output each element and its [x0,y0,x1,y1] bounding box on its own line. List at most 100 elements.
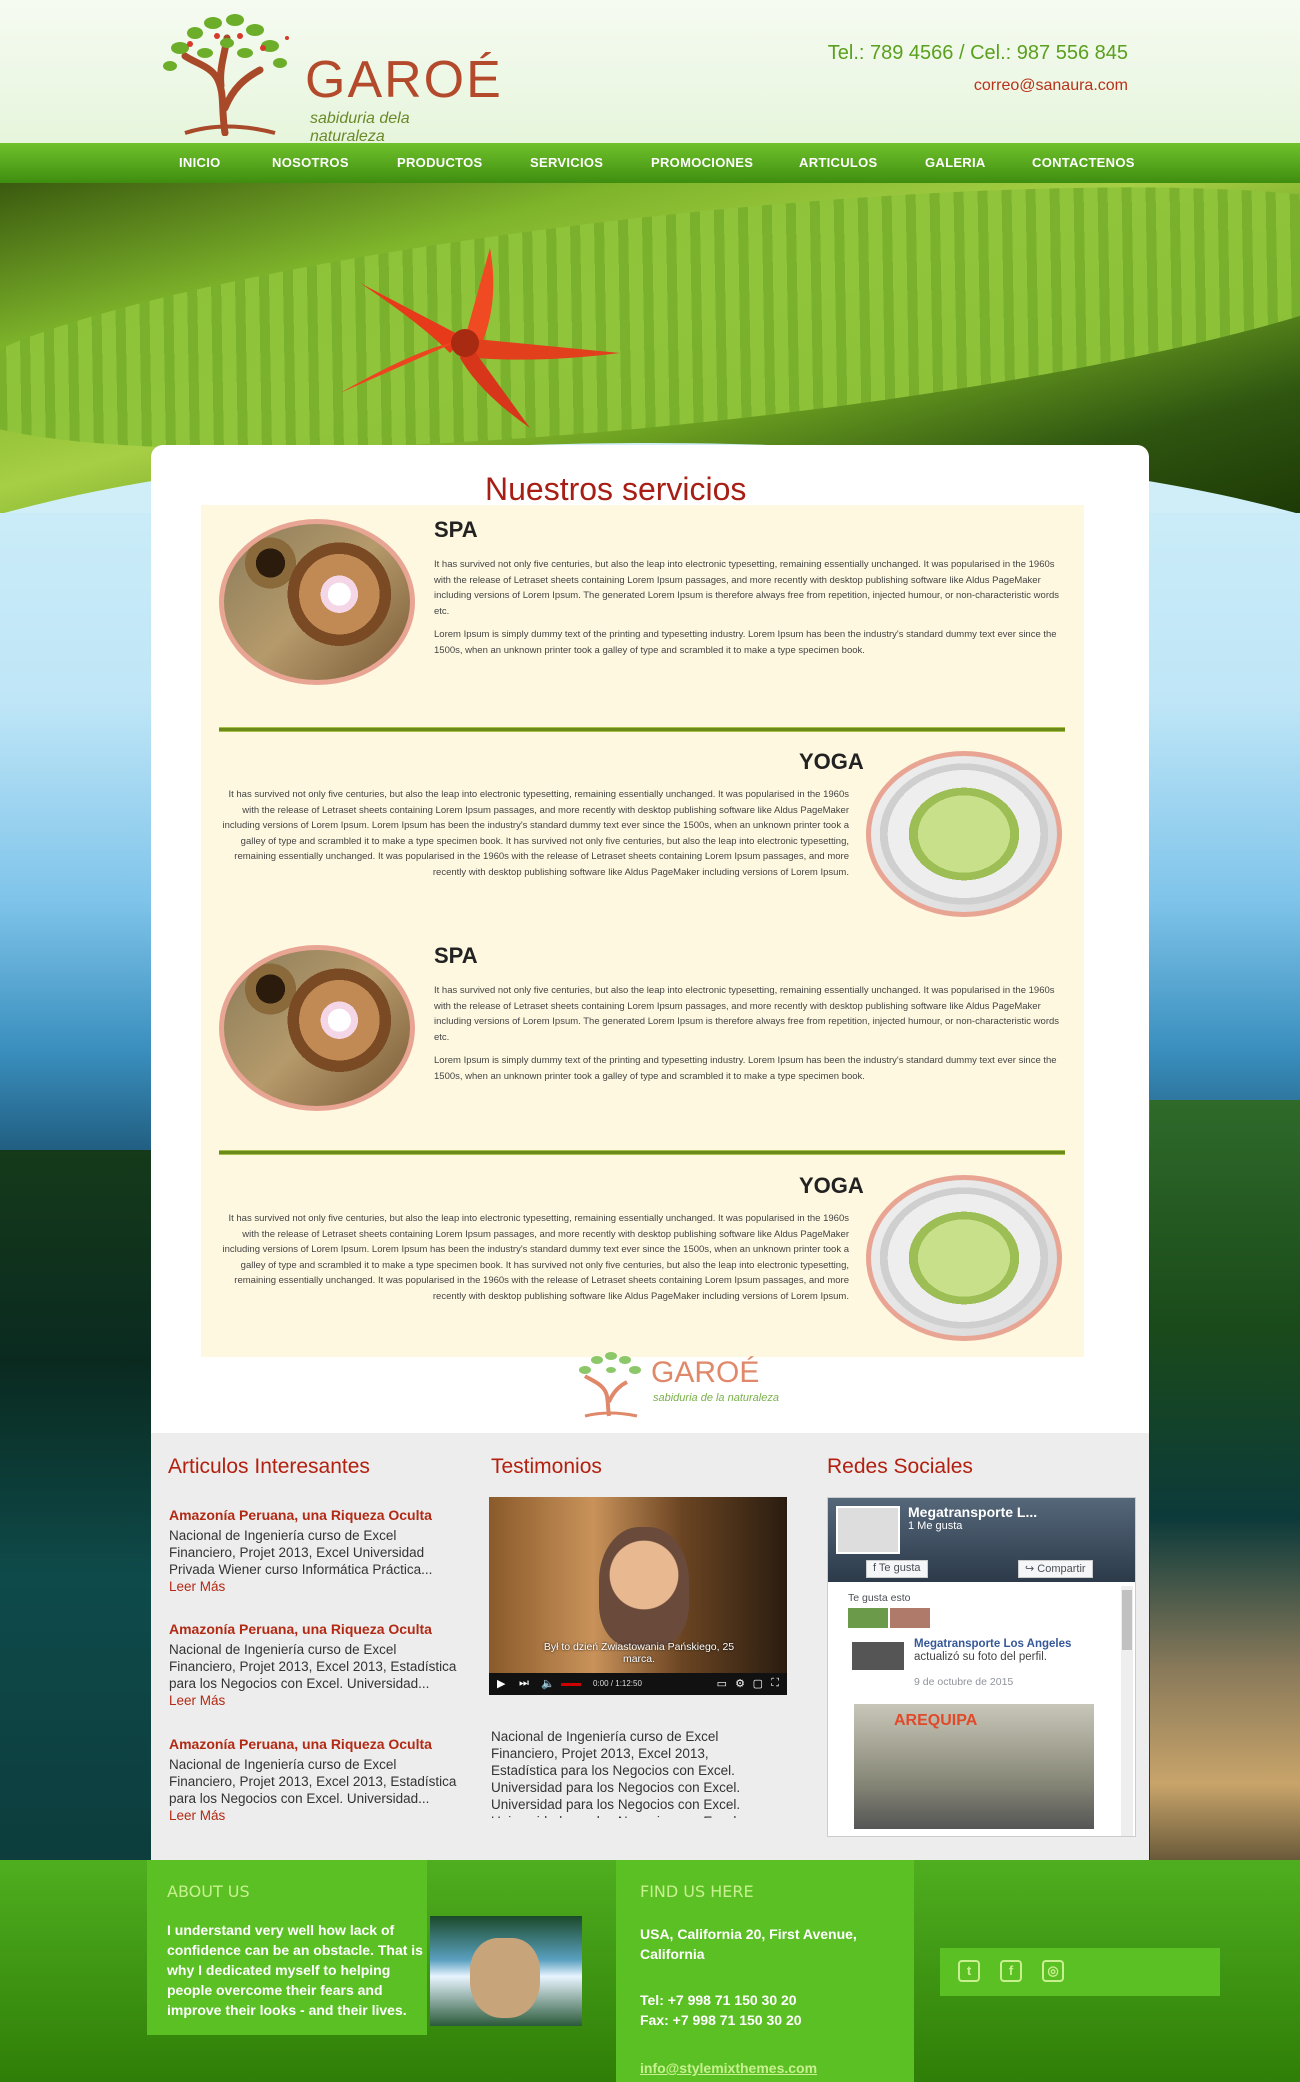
testimonials-heading: Testimonios [491,1455,602,1478]
fb-like-button[interactable]: f Te gusta [866,1560,928,1578]
volume-icon[interactable]: 🔈 [541,1677,555,1690]
site-footer: ABOUT US I understand very well how lack… [0,1860,1300,2082]
garoe-logo[interactable]: GAROÉ sabiduria dela naturaleza [155,8,501,145]
yoga-image [866,1175,1062,1341]
fb-likes-this: Te gusta esto [848,1592,911,1604]
service-title: SPA [434,943,478,968]
logo-title: GAROÉ [305,51,503,109]
fb-post-avatar [852,1642,904,1670]
spa-image [219,945,415,1111]
volume-slider[interactable] [561,1683,581,1686]
read-more-link[interactable]: Leer Más [169,1808,225,1823]
background-trees-left [0,1150,151,1860]
background-canoe-right [1150,1100,1300,1860]
service-title: YOGA [799,1173,864,1198]
read-more-link[interactable]: Leer Más [169,1579,225,1594]
twitter-icon[interactable]: t [958,1960,980,1982]
logo-tagline: sabiduria dela naturaleza [310,110,410,145]
services-panel: Nuestros servicios SPA It has survived n… [151,445,1149,1445]
share-icon: ↪ [1025,1563,1035,1575]
nav-item-promociones[interactable]: PROMOCIONES [651,155,753,170]
service-text-2: Lorem Ipsum is simply dummy text of the … [434,629,1057,656]
section-divider [219,727,1065,732]
nav-item-nosotros[interactable]: NOSOTROS [272,155,349,170]
section-divider [219,1150,1065,1155]
testimonial-video[interactable]: Był to dzień Zwiastowania Pańskiego, 25 … [489,1497,787,1695]
about-block: ABOUT US I understand very well how lack… [147,1860,427,2035]
facebook-icon: f [873,1562,877,1574]
instagram-icon[interactable]: ◎ [1042,1960,1064,1982]
tree-logo-icon [163,14,289,137]
services-list: SPA It has survived not only five centur… [201,505,1084,1357]
play-icon[interactable]: ▶ [497,1677,505,1690]
articles-heading: Articulos Interesantes [168,1455,370,1478]
main-nav: INICIO NOSOTROS PRODUCTOS SERVICIOS PROM… [0,143,1300,183]
nav-item-inicio[interactable]: INICIO [179,155,221,170]
address: USA, California 20, First Avenue, Califo… [640,1926,857,1962]
settings-icon[interactable]: ⚙ [735,1677,745,1690]
mini-logo-title: GAROÉ [651,1356,760,1389]
facebook-widget[interactable]: Megatransporte L... 1 Me gusta f Te gust… [827,1497,1136,1837]
fb-share-button[interactable]: ↪ Compartir [1018,1560,1093,1578]
footer-email-link[interactable]: info@stylemixthemes.com [640,2060,817,2076]
site-header: GAROÉ sabiduria dela naturaleza Tel.: 78… [0,0,1300,145]
service-text: It has survived not only five centuries,… [434,559,1060,617]
article-excerpt: Nacional de Ingeniería curso de Excel Fi… [169,1528,433,1594]
social-links: t f ◎ [940,1948,1220,1996]
find-heading: FIND US HERE [640,1882,754,1901]
header-phone: Tel.: 789 4566 / Cel.: 987 556 845 [827,42,1128,64]
telephone: Tel: +7 998 71 150 30 20 [640,1992,797,2008]
nav-item-servicios[interactable]: SERVICIOS [530,155,603,170]
article-title[interactable]: Amazonía Peruana, una Riqueza Oculta [169,1507,459,1523]
captions-icon[interactable]: ▭ [717,1677,727,1690]
service-title: YOGA [799,749,864,774]
truck-text: AREQUIPA [894,1712,978,1729]
fax: Fax: +7 998 71 150 30 20 [640,2012,802,2028]
tree-logo-icon [579,1352,641,1418]
article-title[interactable]: Amazonía Peruana, una Riqueza Oculta [169,1736,459,1752]
read-more-link[interactable]: Leer Más [169,1693,225,1708]
fb-truck-photo[interactable]: AREQUIPA [854,1704,1094,1829]
find-us-block: FIND US HERE USA, California 20, First A… [616,1860,914,2082]
facebook-icon[interactable]: f [1000,1960,1022,1982]
article-excerpt: Nacional de Ingeniería curso de Excel Fi… [169,1642,457,1708]
article-excerpt: Nacional de Ingeniería curso de Excel Fi… [169,1757,457,1823]
waterfall-image [430,1916,582,2026]
service-text: It has survived not only five centuries,… [222,1213,849,1302]
nav-item-productos[interactable]: PRODUCTOS [397,155,483,170]
fb-page-avatar [836,1506,900,1554]
article-title[interactable]: Amazonía Peruana, una Riqueza Oculta [169,1621,459,1637]
services-title: Nuestros servicios [485,471,747,507]
info-section: Articulos Interesantes Amazonía Peruana,… [151,1433,1149,1860]
fb-post-date: 9 de octubre de 2015 [914,1676,1014,1688]
miniplayer-icon[interactable]: ▢ [753,1677,763,1690]
service-title: SPA [434,517,478,542]
fb-page-name[interactable]: Megatransporte L... [908,1504,1037,1520]
fb-friend-avatar [848,1608,888,1628]
fb-scroll-thumb[interactable] [1122,1590,1132,1650]
service-text: It has survived not only five centuries,… [222,789,849,878]
nav-item-articulos[interactable]: ARTICULOS [799,155,878,170]
header-email[interactable]: correo@sanaura.com [974,77,1128,95]
video-time: 0:00 / 1:12:50 [593,1679,642,1688]
red-flower-image [340,248,620,428]
fullscreen-icon[interactable]: ⛶ [771,1677,779,1690]
product-pouch [470,1938,540,2018]
social-heading: Redes Sociales [827,1455,973,1478]
fb-cover: Megatransporte L... 1 Me gusta f Te gust… [828,1498,1135,1582]
service-text-2: Lorem Ipsum is simply dummy text of the … [434,1055,1057,1082]
fb-post-header: Megatransporte Los Angeles actualizó su … [914,1638,1072,1663]
about-heading: ABOUT US [167,1882,250,1901]
video-thumbnail [599,1527,689,1647]
nav-item-contactenos[interactable]: CONTACTENOS [1032,155,1135,170]
fb-friend-avatar [890,1608,930,1628]
video-subtitle: Był to dzień Zwiastowania Pańskiego, 25 … [543,1641,735,1665]
service-text: It has survived not only five centuries,… [434,985,1060,1043]
nav-item-galeria[interactable]: GALERIA [925,155,986,170]
mini-logo-tagline: sabiduria de la naturaleza [653,1392,779,1404]
about-text: I understand very well how lack of confi… [167,1922,423,2018]
fb-like-count: 1 Me gusta [908,1520,963,1532]
next-icon[interactable]: ⏭ [519,1677,529,1690]
footer-mini-logo: GAROÉ sabiduria de la naturaleza [571,1350,779,1420]
testimonial-text: Nacional de Ingeniería curso de Excel Fi… [491,1729,741,1818]
